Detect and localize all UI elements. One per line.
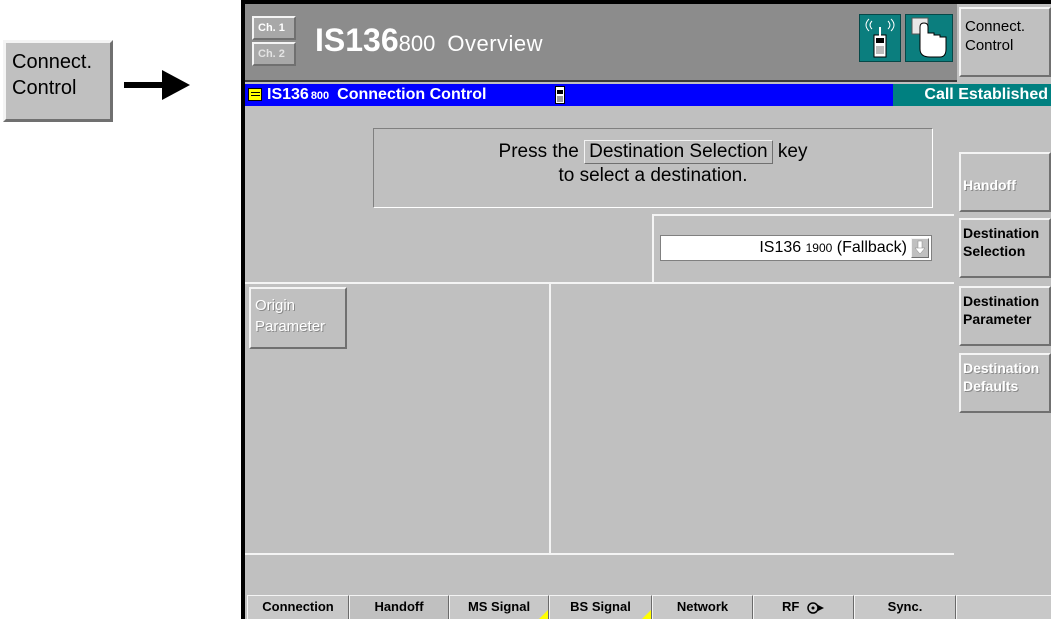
status-title-sub: 800 (310, 90, 330, 102)
page-title-sub: 800 (398, 31, 436, 56)
tab-ms-signal-marker (539, 610, 548, 619)
divider-horizontal-lower (245, 553, 954, 555)
connect-control-softkey-line1: Connect. (965, 18, 1026, 35)
status-title: IS136 800 Connection Control (267, 84, 486, 106)
status-title-rest: Connection Control (337, 86, 487, 103)
tab-bs-signal[interactable]: BS Signal (549, 595, 652, 619)
tab-rf[interactable]: RF (753, 595, 854, 619)
tab-rf-label: RF (782, 599, 800, 614)
channel-1-label: Ch. 1 (258, 22, 285, 34)
tab-ms-signal-label: MS Signal (467, 599, 531, 614)
connect-control-key[interactable]: Connect. Control (3, 40, 113, 122)
channel-1-button[interactable]: Ch. 1 (252, 16, 296, 40)
tab-network[interactable]: Network (652, 595, 753, 619)
prompt-suffix: key (777, 141, 808, 162)
tab-sync-label: Sync. (887, 599, 923, 614)
destination-defaults-softkey-line2: Defaults (963, 378, 1019, 394)
arrow-right-icon (124, 70, 190, 100)
destination-parameter-softkey-line1: Destination (963, 293, 1040, 309)
handoff-softkey-line1: Handoff (963, 177, 1016, 193)
destination-selection-softkey[interactable]: Destination Selection (959, 218, 1051, 278)
destination-select-sub: 1900 (805, 241, 833, 255)
divider-horizontal-upper (652, 214, 954, 216)
call-state-badge: Call Established (893, 84, 1051, 106)
destination-defaults-softkey-line1: Destination (963, 360, 1040, 376)
origin-parameter-line1: Origin (255, 297, 296, 314)
handoff-softkey[interactable]: Handoff (959, 152, 1051, 212)
page-title-main: IS136 (315, 22, 399, 58)
tab-bs-signal-label: BS Signal (570, 599, 631, 614)
destination-selection-softkey-line2: Selection (963, 243, 1026, 259)
tab-sync[interactable]: Sync. (854, 595, 956, 619)
tab-handoff[interactable]: Handoff (349, 595, 449, 619)
destination-parameter-softkey-line2: Parameter (963, 311, 1032, 327)
tab-connection[interactable]: Connection (247, 595, 349, 619)
divider-vertical-mid (549, 284, 551, 554)
status-title-main: IS136 (267, 86, 309, 103)
tab-ms-signal[interactable]: MS Signal (449, 595, 549, 619)
destination-selection-softkey-line1: Destination (963, 225, 1040, 241)
divider-horizontal-mid (245, 282, 954, 284)
destination-select-main: IS136 (759, 239, 802, 256)
channel-2-button[interactable]: Ch. 2 (252, 42, 296, 66)
connect-control-key-line1: Connect. (12, 51, 93, 73)
dropdown-arrow-icon[interactable] (911, 238, 929, 258)
rf-connector-icon (807, 601, 824, 614)
tab-connection-label: Connection (262, 599, 334, 614)
destination-parameter-softkey[interactable]: Destination Parameter (959, 286, 1051, 346)
prompt-line2: to select a destination. (558, 165, 748, 186)
tab-empty (956, 595, 1051, 619)
call-state-label: Call Established (924, 86, 1048, 103)
prompt-prefix: Press the (498, 141, 579, 162)
page-title: IS136800 Overview (315, 19, 543, 63)
origin-parameter-line2: Parameter (255, 318, 326, 335)
channel-2-label: Ch. 2 (258, 48, 285, 60)
prompt-box: Press the Destination Selection key to s… (373, 128, 933, 208)
connect-control-softkey-line2: Control (965, 37, 1014, 54)
tab-bs-signal-marker (642, 610, 651, 619)
origin-parameter-button[interactable]: Origin Parameter (249, 287, 347, 349)
remote-hand-icon (905, 14, 953, 62)
divider-vertical-upper (652, 214, 654, 282)
destination-select[interactable]: IS136 1900 (Fallback) (660, 235, 932, 261)
menu-marker-icon (248, 88, 262, 101)
destination-select-rest: (Fallback) (836, 239, 907, 256)
page-title-rest: Overview (447, 31, 544, 56)
tab-handoff-label: Handoff (374, 599, 424, 614)
status-phone-icon (555, 86, 565, 104)
destination-selection-key-label: Destination Selection (584, 140, 773, 164)
connect-control-softkey[interactable]: Connect. Control (959, 7, 1051, 77)
mobile-signal-icon (859, 14, 901, 62)
tab-network-label: Network (676, 599, 729, 614)
connect-control-key-line2: Control (12, 77, 77, 99)
destination-defaults-softkey[interactable]: Destination Defaults (959, 353, 1051, 413)
